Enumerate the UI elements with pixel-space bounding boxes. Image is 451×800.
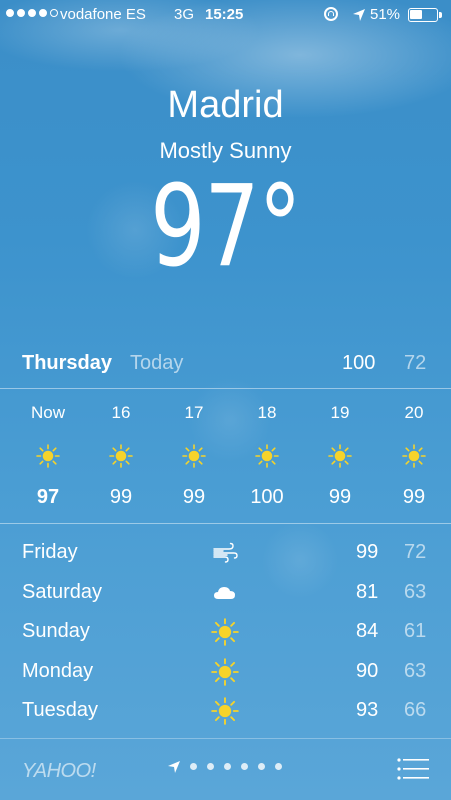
signal-strength [6, 9, 58, 17]
network-type: 3G [174, 6, 195, 23]
current-location-icon[interactable] [167, 760, 181, 774]
battery-level [410, 10, 422, 19]
day-high: 99 [356, 541, 379, 563]
day-low: 63 [404, 659, 427, 682]
wind-icon [211, 539, 239, 567]
page-dot[interactable] [275, 763, 282, 770]
hour-temperature: 97 [36, 486, 60, 508]
daily-forecast-row: Friday 99 72 [0, 537, 451, 577]
signal-dot [50, 9, 58, 17]
page-dot[interactable] [241, 763, 248, 770]
signal-dot [6, 9, 14, 17]
hour-label: 20 [404, 403, 424, 422]
hourly-forecast[interactable]: Now 97 16 99 17 99 18 100 19 99 20 99 [0, 400, 451, 520]
hour-temperature: 100 [250, 486, 284, 508]
sun-icon [211, 657, 239, 686]
hour-temperature: 99 [109, 486, 133, 508]
hour-temperature: 99 [182, 486, 206, 508]
cloud-icon [211, 579, 239, 607]
day-high: 93 [356, 699, 379, 721]
page-dot[interactable] [224, 763, 231, 770]
sun-icon [109, 444, 133, 468]
hour-label: 19 [330, 403, 350, 422]
day-low: 72 [404, 541, 427, 563]
daily-forecast-row: Sunday 84 61 [0, 616, 451, 656]
hour-label: 16 [111, 403, 131, 422]
sun-icon [255, 444, 279, 468]
current-temperature-value: 97° [150, 162, 302, 292]
hour-label: Now [30, 403, 65, 422]
today-high: 100 [342, 352, 376, 374]
page-dot[interactable] [190, 763, 197, 770]
sun-icon [328, 444, 352, 468]
day-name: Friday [22, 541, 78, 563]
list-icon[interactable] [397, 757, 429, 781]
page-indicator[interactable] [190, 763, 282, 770]
day-name: Tuesday [22, 699, 98, 721]
day-low: 63 [404, 580, 427, 603]
sun-icon [182, 444, 206, 468]
sun-icon [211, 618, 239, 646]
signal-dot [39, 9, 47, 17]
page-dot[interactable] [258, 763, 265, 770]
today-day-name: Thursday [22, 352, 113, 374]
carrier-name: vodafone ES [60, 6, 146, 23]
signal-dot [28, 9, 36, 17]
weather-condition: Mostly Sunny [159, 138, 292, 163]
city-name: Madrid [167, 84, 284, 126]
day-high: 81 [356, 580, 379, 603]
battery-percentage: 51% [370, 6, 401, 23]
daily-forecast-row: Monday 90 63 [0, 656, 451, 696]
day-name: Monday [22, 659, 94, 682]
day-high: 90 [356, 659, 379, 682]
hour-label: 17 [184, 403, 204, 422]
location-arrow-icon [353, 9, 365, 21]
today-summary: Thursday Today 100 72 [0, 350, 451, 380]
day-name: Sunday [22, 620, 90, 642]
yahoo-logo[interactable]: YAHOO! [22, 760, 96, 783]
today-low: 72 [404, 352, 427, 374]
battery-tip [439, 12, 442, 18]
day-low: 66 [404, 699, 427, 721]
day-name: Saturday [22, 580, 103, 603]
rotation-lock-icon [324, 7, 338, 21]
divider [0, 388, 451, 389]
footer-toolbar: YAHOO! [0, 740, 451, 800]
daily-forecast-row: Saturday 81 63 [0, 577, 451, 617]
divider [0, 738, 451, 739]
hour-label: 18 [257, 403, 277, 422]
hour-temperature: 99 [402, 486, 426, 508]
current-temperature: 97° [0, 162, 451, 292]
sun-icon [211, 697, 239, 725]
sun-icon [36, 444, 60, 468]
today-label: Today [130, 352, 184, 374]
day-low: 61 [404, 620, 427, 642]
clock: 15:25 [205, 6, 244, 23]
day-high: 84 [356, 620, 379, 642]
page-dot[interactable] [207, 763, 214, 770]
hour-temperature: 99 [328, 486, 352, 508]
sun-icon [402, 444, 426, 468]
signal-dot [17, 9, 25, 17]
status-bar: vodafone ES 3G 15:25 51% [0, 0, 451, 30]
divider [0, 523, 451, 524]
battery-icon [408, 8, 438, 22]
daily-forecast-row: Tuesday 93 66 [0, 695, 451, 735]
